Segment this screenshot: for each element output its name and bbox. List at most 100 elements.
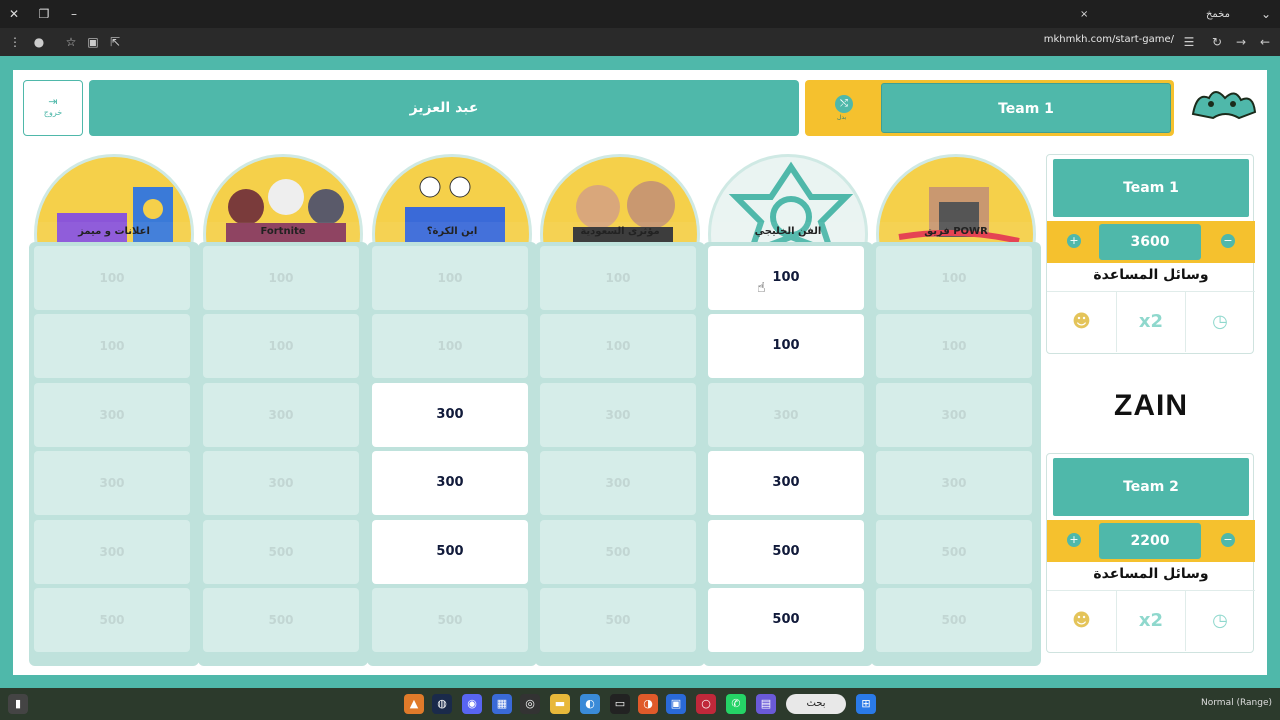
tab-title: مخمخ (1205, 9, 1230, 20)
close-tab-icon[interactable]: × (1080, 3, 1088, 27)
widgets-icon[interactable]: ▮ (8, 694, 28, 714)
back-icon[interactable]: ← (1256, 33, 1274, 51)
call-friend-icon[interactable]: ☻ (1047, 292, 1116, 352)
question-cell[interactable]: 100 (708, 246, 864, 310)
question-cell[interactable]: 500 (372, 520, 528, 584)
minimize-window-icon[interactable]: – (64, 4, 84, 24)
question-cell[interactable]: 500 (708, 588, 864, 652)
category-memes[interactable]: اعلانات و ميمز (34, 154, 194, 242)
question-cell: 500 (876, 588, 1032, 652)
star-icon[interactable]: ☆ (62, 33, 80, 51)
column-football: 100 100 300 300 500 500 (367, 242, 537, 666)
timer-icon[interactable]: ◷ (1185, 292, 1254, 352)
forward-icon[interactable]: → (1232, 33, 1250, 51)
question-cell: 300 (540, 383, 696, 447)
score-row: + 3600 − (1047, 221, 1255, 263)
game-logo (1191, 91, 1257, 120)
question-cell: 500 (876, 520, 1032, 584)
firefox-icon[interactable]: ◑ (638, 694, 658, 714)
reload-icon[interactable]: ↻ (1208, 33, 1226, 51)
photos-icon[interactable]: ▦ (492, 694, 512, 714)
question-cell: 300 (876, 383, 1032, 447)
aids-title: وسائل المساعدة (1093, 566, 1209, 582)
category-saudi-influencers[interactable]: مؤثرى السعودية (540, 154, 700, 242)
call-friend-icon[interactable]: ☻ (1047, 591, 1116, 651)
restore-window-icon[interactable]: ❐ (34, 4, 54, 24)
question-cell[interactable]: 300 (708, 451, 864, 515)
swap-icon[interactable]: ⤭ (835, 95, 853, 113)
category-gulf-art[interactable]: الفن الخليجي (708, 154, 868, 242)
aids-title: وسائل المساعدة (1093, 267, 1209, 283)
start-icon[interactable]: ⊞ (856, 694, 876, 714)
category-football[interactable]: ابن الكرة؟ (372, 154, 532, 242)
page-background: ⇥ خروج عبد العزيز ⤭ بدل Team 1 اعلانات و… (0, 56, 1280, 688)
swap-label: بدل (837, 114, 847, 121)
question-cell: 100 (372, 314, 528, 378)
plus-icon[interactable]: + (1067, 234, 1081, 248)
category-label: الفن الخليجي (708, 222, 868, 242)
team-card-2: Team 2 + 2200 − وسائل المساعدة ☻ x2 ◷ (1046, 453, 1255, 653)
question-cell: 500 (540, 588, 696, 652)
question-cell: 300 (708, 383, 864, 447)
obs-icon[interactable]: ◎ (520, 694, 540, 714)
terminal-icon[interactable]: ▭ (610, 694, 630, 714)
exit-button[interactable]: ⇥ خروج (23, 80, 83, 136)
game-board: ⇥ خروج عبد العزيز ⤭ بدل Team 1 اعلانات و… (13, 70, 1267, 675)
category-label: اعلانات و ميمز (34, 222, 194, 242)
current-player-bar: عبد العزيز (89, 80, 799, 136)
column-memes: 100 100 300 300 300 500 (29, 242, 199, 666)
question-cell[interactable]: 500 (708, 520, 864, 584)
hand-cursor-icon: ☝ (757, 280, 766, 296)
question-cell: 100 (540, 314, 696, 378)
double-points-icon[interactable]: x2 (1116, 591, 1185, 651)
discord-icon[interactable]: ◉ (462, 694, 482, 714)
minus-icon[interactable]: − (1221, 234, 1235, 248)
question-cell: 300 (34, 383, 190, 447)
close-window-icon[interactable]: ✕ (4, 4, 24, 24)
question-cell: 100 (876, 314, 1032, 378)
whatsapp-icon[interactable]: ✆ (726, 694, 746, 714)
question-cell: 500 (203, 588, 359, 652)
chrome-icon[interactable]: ◐ (580, 694, 600, 714)
question-cell[interactable]: 300 (372, 383, 528, 447)
timer-icon[interactable]: ◷ (1185, 591, 1254, 651)
browser-tab[interactable]: × مخمخ (1072, 3, 1252, 27)
column-saudi-influencers: 100 100 300 300 500 500 (535, 242, 705, 666)
kebab-menu-icon[interactable]: ⋮ (6, 33, 24, 51)
file-explorer-icon[interactable]: ▬ (550, 694, 570, 714)
extensions-icon[interactable]: ▣ (84, 33, 102, 51)
team-score: 2200 (1099, 523, 1201, 559)
store-icon[interactable]: ▣ (666, 694, 686, 714)
steam-icon[interactable]: ◍ (432, 694, 452, 714)
team-card-1: Team 1 + 3600 − وسائل المساعدة ☻ x2 ◷ (1046, 154, 1255, 354)
question-cell[interactable]: 300 (372, 451, 528, 515)
category-powr-team[interactable]: فريق POWR (876, 154, 1036, 242)
url-field[interactable]: mkhmkh.com/start-game/ (1044, 34, 1174, 45)
turn-team-name: Team 1 (881, 83, 1171, 133)
question-cell: 300 (876, 451, 1032, 515)
score-row: + 2200 − (1047, 520, 1255, 562)
question-cell: 300 (34, 451, 190, 515)
share-icon[interactable]: ⇱ (106, 33, 124, 51)
category-label: مؤثرى السعودية (540, 222, 700, 242)
teams-icon[interactable]: ▤ (756, 694, 776, 714)
question-cell[interactable]: 100 (708, 314, 864, 378)
app-icon[interactable]: ▲ (404, 694, 424, 714)
aids-row: ☻ x2 ◷ (1047, 590, 1255, 651)
address-bar: ⋮ ● ☆ ▣ ⇱ mkhmkh.com/start-game/ ☰ ↻ → ← (0, 28, 1280, 56)
minus-icon[interactable]: − (1221, 533, 1235, 547)
plus-icon[interactable]: + (1067, 533, 1081, 547)
site-settings-icon[interactable]: ☰ (1180, 33, 1198, 51)
question-cell: 500 (540, 520, 696, 584)
double-points-icon[interactable]: x2 (1116, 292, 1185, 352)
opera-icon[interactable]: ○ (696, 694, 716, 714)
os-taskbar: ▮ ▲ ◍ ◉ ▦ ◎ ▬ ◐ ▭ ◑ ▣ ○ ✆ ▤ بحث ⊞ Normal… (0, 688, 1280, 720)
question-cell: 100 (34, 314, 190, 378)
category-label: Fortnite (203, 222, 363, 242)
profile-avatar[interactable]: ● (30, 33, 48, 51)
tab-search-icon[interactable]: ⌄ (1256, 4, 1276, 24)
question-cell: 100 (34, 246, 190, 310)
category-fortnite[interactable]: Fortnite (203, 154, 363, 242)
taskbar-search[interactable]: بحث (786, 694, 846, 714)
column-gulf-art: 100 100 300 300 500 500 (703, 242, 873, 666)
